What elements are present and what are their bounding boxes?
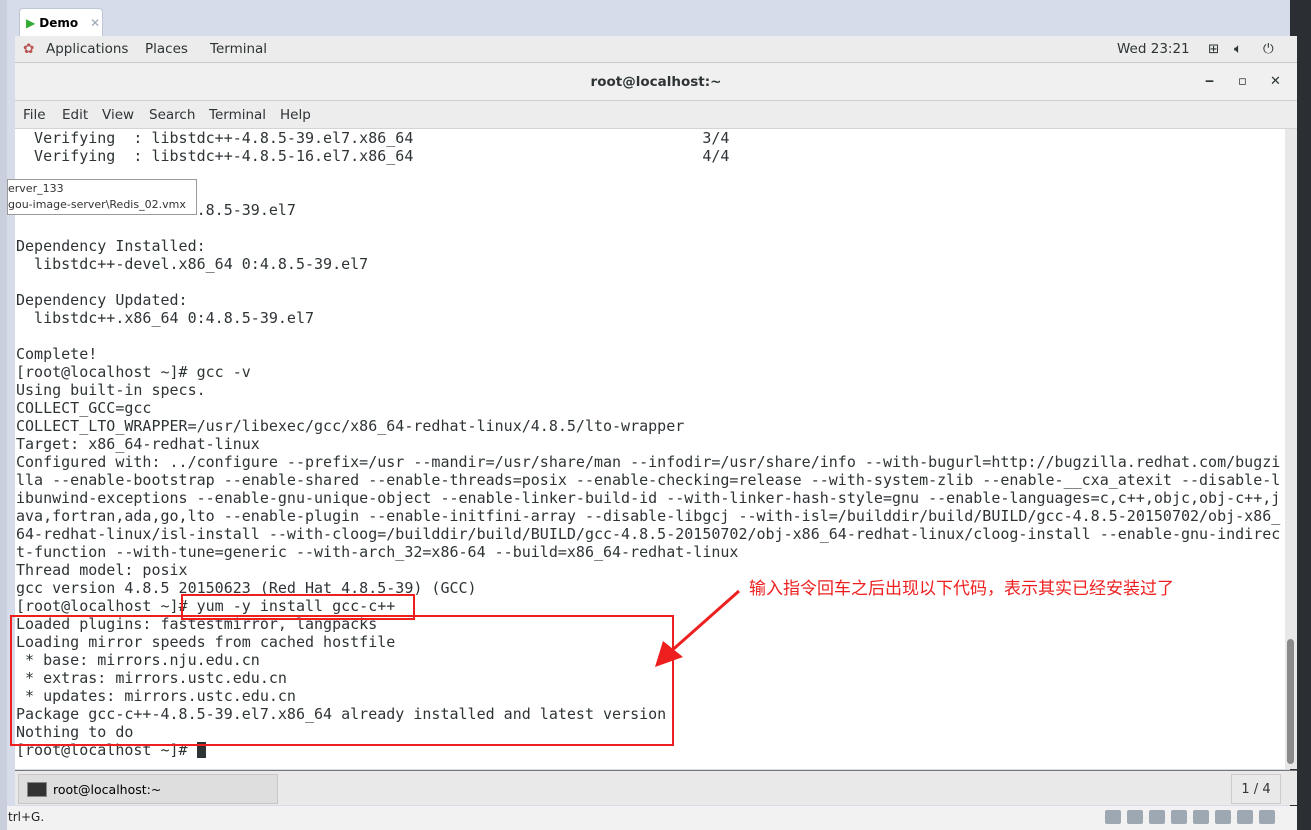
hdd-icon[interactable] [1105, 810, 1121, 824]
taskbar-item-label: root@localhost:~ [53, 781, 162, 797]
scrollbar-thumb[interactable] [1287, 639, 1294, 764]
gnome-logo-icon: ✿ [23, 41, 35, 57]
vm-window: ▶ Demo ✕ ✿ Applications Places Terminal … [0, 0, 1297, 830]
annotation-text: 输入指令回车之后出现以下代码，表示其实已经安装过了 [749, 579, 1174, 599]
terminal-line: [root@localhost ~]# gcc -v [16, 363, 251, 381]
printer-icon[interactable] [1193, 810, 1209, 824]
tooltip-line: erver_133 [8, 182, 64, 195]
terminal-line: Using built-in specs. [16, 381, 206, 399]
window-title: root@localhost:~ [590, 74, 722, 90]
network-adapter-icon[interactable] [1171, 810, 1187, 824]
message-icon[interactable] [1259, 810, 1275, 824]
taskbar: root@localhost:~ 1 / 4 [15, 770, 1297, 805]
network-icon[interactable]: ⊞ [1208, 41, 1219, 57]
terminal-icon [27, 781, 47, 797]
highlight-output-box [10, 615, 674, 746]
workspace-pager[interactable]: 1 / 4 [1231, 774, 1281, 804]
menu-file[interactable]: File [23, 107, 46, 123]
terminal-line: ibunwind-exceptions --enable-gnu-unique-… [16, 489, 1281, 507]
power-icon[interactable]: ⏻ [1263, 41, 1274, 57]
places-menu[interactable]: Places [145, 41, 188, 57]
terminal-line: Verifying : libstdc++-4.8.5-39.el7.x86_6… [16, 129, 730, 147]
device-tray [1105, 810, 1275, 824]
gnome-top-bar: ✿ Applications Places Terminal Wed 23:21… [15, 36, 1297, 63]
vm-icon: ▶ [26, 15, 36, 30]
terminal-line: ava,fortran,ada,go,lto --enable-plugin -… [16, 507, 1281, 525]
terminal-line: Target: x86_64-redhat-linux [16, 435, 260, 453]
menu-bar: File Edit View Search Terminal Help [15, 101, 1297, 129]
taskbar-item-terminal[interactable]: root@localhost:~ [18, 774, 278, 804]
vm-tab-demo[interactable]: ▶ Demo ✕ [19, 8, 103, 36]
scrollbar[interactable] [1285, 129, 1297, 769]
menu-terminal[interactable]: Terminal [209, 107, 266, 123]
vm-tab-bar: ▶ Demo ✕ [15, 8, 1297, 36]
terminal-line: Configured with: ../configure --prefix=/… [16, 453, 1281, 471]
sound-icon[interactable] [1215, 810, 1231, 824]
terminal-line: Complete! [16, 345, 98, 363]
terminal-line: libstdc++.x86_64 0:4.8.5-39.el7 [16, 309, 315, 327]
terminal-app-menu[interactable]: Terminal [210, 41, 267, 57]
terminal-line: t-function --with-tune=generic --with-ar… [16, 543, 739, 561]
vm-tab-label: Demo [39, 15, 79, 30]
vm-status-bar: trl+G. [7, 806, 1297, 830]
annotation-arrow [655, 589, 740, 667]
applications-menu[interactable]: Applications [46, 41, 128, 57]
menu-search[interactable]: Search [149, 107, 195, 123]
terminal-line: COLLECT_LTO_WRAPPER=/usr/libexec/gcc/x86… [16, 417, 685, 435]
clock[interactable]: Wed 23:21 [1117, 41, 1190, 57]
status-hint: trl+G. [8, 810, 45, 824]
terminal-line: Dependency Updated: [16, 291, 188, 309]
terminal-line: COLLECT_GCC=gcc [16, 399, 152, 417]
menu-help[interactable]: Help [280, 107, 311, 123]
cd-icon[interactable] [1127, 810, 1143, 824]
window-titlebar: root@localhost:~ ‒ ▫ ✕ [15, 63, 1297, 101]
terminal-line: lla --enable-bootstrap --enable-shared -… [16, 471, 1281, 489]
cd-icon[interactable] [1149, 810, 1165, 824]
close-icon[interactable]: ✕ [90, 16, 100, 30]
maximize-button[interactable]: ▫ [1238, 63, 1247, 101]
menu-view[interactable]: View [102, 107, 134, 123]
tooltip-line: gou-image-server\Redis_02.vmx [8, 198, 186, 211]
terminal-line: libstdc++-devel.x86_64 0:4.8.5-39.el7 [16, 255, 369, 273]
tooltip: erver_133 gou-image-server\Redis_02.vmx [7, 179, 197, 215]
close-button[interactable]: ✕ [1270, 63, 1281, 101]
terminal-line: 64-redhat-linux/isl-install --with-cloog… [16, 525, 1281, 543]
terminal-line: Verifying : libstdc++-4.8.5-16.el7.x86_6… [16, 147, 730, 165]
volume-icon[interactable]: 🔈︎ [1234, 41, 1242, 57]
minimize-button[interactable]: ‒ [1205, 63, 1214, 101]
terminal-line: Dependency Installed: [16, 237, 206, 255]
display-icon[interactable] [1237, 810, 1253, 824]
terminal-line: .8.5-39.el7 [196, 201, 296, 219]
menu-edit[interactable]: Edit [62, 107, 88, 123]
